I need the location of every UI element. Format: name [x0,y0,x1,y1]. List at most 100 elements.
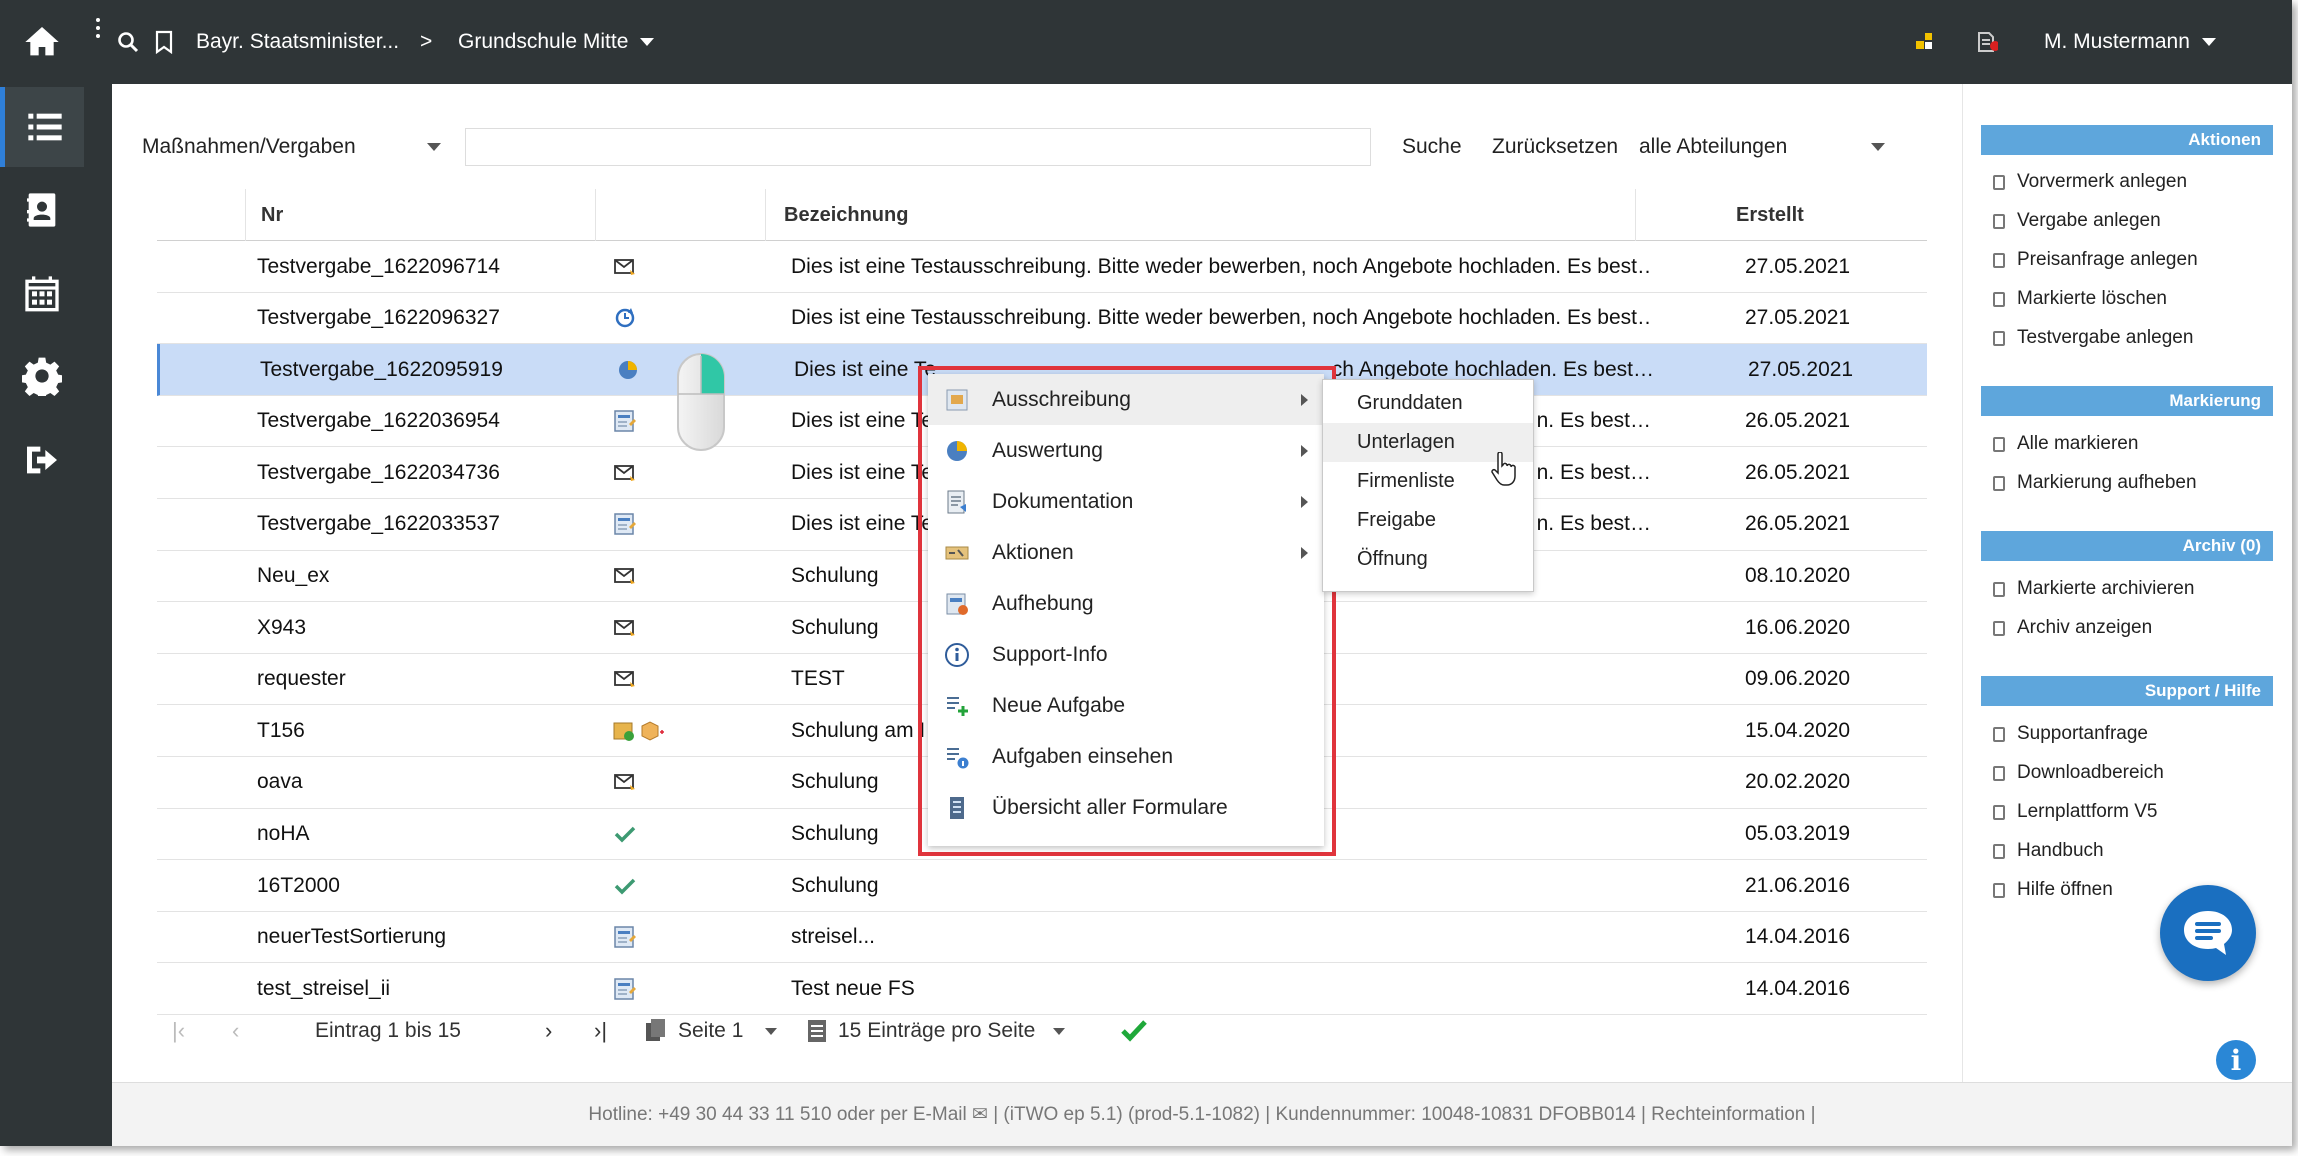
package-icon [612,718,666,744]
row-erstellt: 15.04.2020 [1745,718,1851,742]
menu-item-neue-aufgabe[interactable]: Neue Aufgabe [928,680,1324,731]
actions-icon [945,546,969,559]
pages-icon [646,1019,665,1041]
submenu-oeffnung[interactable]: Öffnung [1323,540,1533,579]
user-menu[interactable]: M. Mustermann [2044,0,2216,84]
menu-item-ausschreibung[interactable]: Ausschreibung [928,374,1324,425]
address-book-icon[interactable] [0,170,84,250]
header-bezeichnung[interactable]: Bezeichnung [765,189,1635,241]
reset-button[interactable]: Zurücksetzen [1492,126,1618,168]
last-page-icon[interactable]: ›| [594,1009,607,1053]
list-icon[interactable] [0,87,84,167]
handbook[interactable]: Handbuch [1993,833,2283,869]
category-select[interactable]: Maßnahmen/Vergaben [142,126,442,168]
home-icon[interactable] [0,2,84,82]
action-testvergabe[interactable]: Testvergabe anlegen [1993,320,2283,356]
submenu-freigabe[interactable]: Freigabe [1323,501,1533,540]
support-request[interactable]: Supportanfrage [1993,716,2283,752]
learning-platform[interactable]: Lernplattform V5 [1993,794,2283,830]
user-name: M. Mustermann [2044,30,2190,53]
document-icon [1993,291,2005,307]
breadcrumb-school-dropdown[interactable]: Grundschule Mitte [458,0,655,84]
row-bezeichnung: Test neue FS [791,976,915,1000]
first-page-icon[interactable]: |‹ [172,1009,185,1053]
document-icon [1993,765,2005,781]
prev-page-icon[interactable]: ‹ [232,1009,239,1053]
per-page-select[interactable]: 15 Einträge pro Seite [806,1009,1066,1053]
documentation-icon [947,490,966,513]
action-vorvermerk[interactable]: Vorvermerk anlegen [1993,164,2283,200]
search-input[interactable] [465,128,1371,166]
per-page-label: 15 Einträge pro Seite [838,1019,1036,1042]
menu-item-dokumentation[interactable]: Dokumentation [928,476,1324,527]
row-bezeichnung-tail: n. Es best… [1536,460,1651,484]
context-menu: Ausschreibung Auswertung Dokumentation A… [928,374,1324,846]
row-erstellt: 27.05.2021 [1745,254,1851,278]
apps-icon[interactable] [1914,0,1936,84]
chevron-down-icon [1053,1027,1066,1035]
menu-item-support-info[interactable]: Support-Info [928,629,1324,680]
submenu-grunddaten[interactable]: Grunddaten [1323,384,1533,423]
row-nr: Testvergabe_1622095919 [260,357,503,381]
next-page-icon[interactable]: › [545,1009,552,1053]
menu-item-aufhebung[interactable]: Aufhebung [928,578,1324,629]
info-icon[interactable]: i [2216,1040,2256,1080]
department-select[interactable]: alle Abteilungen [1639,126,1889,168]
logout-icon[interactable] [0,420,84,500]
check-icon[interactable] [1120,1009,1148,1053]
row-nr: noHA [257,822,310,846]
mark-all[interactable]: Alle markieren [1993,426,2283,462]
menu-item-aktionen[interactable]: Aktionen [928,527,1324,578]
menu-item-formulare[interactable]: Übersicht aller Formulare [928,782,1324,833]
table-row[interactable]: 16T2000 Schulung 21.06.2016 [157,860,1927,912]
menu-item-aufgaben-einsehen[interactable]: Aufgaben einsehen [928,731,1324,782]
table-header: Nr Bezeichnung Erstellt [157,189,1927,241]
menu-grip-icon[interactable] [96,18,102,38]
header-select[interactable] [157,189,245,241]
table-row[interactable]: Testvergabe_1622096327 Dies ist eine Test… [157,293,1927,345]
chevron-right-icon [1301,546,1308,559]
department-select-value: alle Abteilungen [1639,135,1788,158]
table-row[interactable]: Testvergabe_1622096714 Dies ist eine Test… [157,241,1927,293]
calendar-icon[interactable] [0,253,84,333]
filter-row: Maßnahmen/Vergaben Suche Zurücksetzen al… [112,126,1942,168]
document-icon [1993,620,2005,636]
archive-marked[interactable]: Markierte archivieren [1993,571,2283,607]
unmark-all[interactable]: Markierung aufheben [1993,465,2283,501]
document-icon [1993,436,2005,452]
show-archive[interactable]: Archiv anzeigen [1993,610,2283,646]
action-vergabe[interactable]: Vergabe anlegen [1993,203,2283,239]
add-task-icon [947,696,968,716]
action-markierte-loeschen[interactable]: Markierte löschen [1993,281,2283,317]
page-select[interactable]: Seite 1 [644,1009,778,1053]
row-nr: requester [257,667,346,691]
header-erstellt[interactable]: Erstellt [1635,189,1897,241]
entries-range: Eintrag 1 bis 15 [315,1019,461,1042]
row-bezeichnung: streisel... [791,925,876,949]
row-erstellt: 05.03.2019 [1745,822,1851,846]
row-nr: Testvergabe_1622096714 [257,254,500,278]
download-area[interactable]: Downloadbereich [1993,755,2283,791]
row-bezeichnung-tail: n. Es best… [1536,512,1651,536]
menu-item-auswertung[interactable]: Auswertung [928,425,1324,476]
forms-overview-icon [950,796,964,819]
chevron-down-icon [640,38,655,46]
notes-icon[interactable] [1974,0,1998,84]
header-status[interactable] [595,189,765,241]
search-icon[interactable] [116,0,140,84]
breadcrumb-organization[interactable]: Bayr. Staatsminister... [196,0,399,84]
form-icon [612,924,638,950]
document-icon [1993,252,2005,268]
gear-icon[interactable] [0,336,84,416]
envelope-icon [612,460,638,486]
search-button[interactable]: Suche [1402,126,1462,168]
chat-icon[interactable] [2160,885,2256,981]
row-erstellt: 08.10.2020 [1745,564,1851,588]
header-nr[interactable]: Nr [245,189,595,241]
row-nr: oava [257,770,303,794]
table-row[interactable]: test_streisel_ii Test neue FS 14.04.2016 [157,963,1927,1015]
action-preisanfrage[interactable]: Preisanfrage anlegen [1993,242,2283,278]
bookmark-icon[interactable] [154,0,174,84]
table-row[interactable]: neuerTestSortierung streisel... 14.04.2016 [157,912,1927,964]
info-icon [945,642,969,667]
